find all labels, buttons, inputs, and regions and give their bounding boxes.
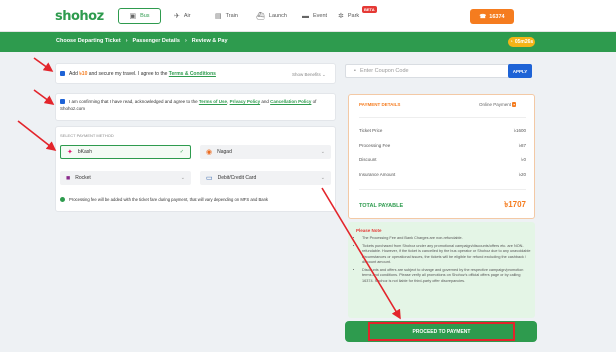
payment-method-card: SELECT PAYMENT METHOD ✦ bKash ✓ ◉ Nagad ⌄ ■ R… xyxy=(55,126,336,212)
tag-icon: ▪ xyxy=(354,68,356,74)
divider xyxy=(359,189,526,190)
credit-card-icon: ▭ xyxy=(206,175,213,182)
nav-event[interactable]: ▬ Event xyxy=(302,8,327,24)
phone-icon: ☎ xyxy=(479,13,487,20)
insurance-amount: ৳10 xyxy=(79,71,88,77)
breadcrumb: Choose Departing Ticket › Passenger Deta… xyxy=(56,38,228,44)
terms-of-use-link[interactable]: Terms of Use xyxy=(199,99,227,104)
card-option[interactable]: ▭ Debit/Credit Card ⌄ xyxy=(200,171,331,185)
privacy-policy-link[interactable]: Privacy Policy xyxy=(230,99,261,104)
row-ticket-price: Ticket Price ৳1600 xyxy=(359,128,526,133)
insurance-checkbox[interactable] xyxy=(60,71,65,77)
nav-bus[interactable]: ▣ Bus xyxy=(118,8,161,24)
row-insurance: Insurance Amount ৳20 xyxy=(359,172,526,177)
countdown-timer: ◔ 05m26s xyxy=(508,37,535,47)
row-discount: Discount ৳0 xyxy=(359,157,526,162)
launch-icon: ⛴ xyxy=(256,13,265,20)
note-title: Please Note xyxy=(356,228,382,233)
bkash-icon: ✦ xyxy=(67,149,73,156)
plane-icon: ✈ xyxy=(174,13,180,20)
chevron-down-icon: ⌄ xyxy=(320,149,325,155)
chevron-down-icon: ⌄ xyxy=(320,175,325,181)
nav-air[interactable]: ✈ Air xyxy=(174,8,191,24)
top-header: shohoz ▣ Bus ✈ Air ▤ Train ⛴ Launch ▬ Event ✲… xyxy=(0,0,616,32)
terms-conditions-link[interactable]: Terms & Conditions xyxy=(169,71,216,77)
nav-park[interactable]: ✲ Park xyxy=(338,8,359,24)
coupon-input[interactable]: ▪ Enter Coupon Code APPLY xyxy=(345,64,532,78)
note-item: The Processing Fee and Bank Charges are … xyxy=(362,236,532,242)
insurance-card: Add ৳10 and secure my travel. I agree to… xyxy=(55,63,336,84)
bkash-option[interactable]: ✦ bKash ✓ xyxy=(60,145,191,159)
clock-icon: ◔ xyxy=(509,39,513,45)
card-icon: ▪ xyxy=(512,102,516,107)
payment-details-panel: PAYMENT DETAILS Online Payment ▪ Ticket … xyxy=(348,94,535,219)
beta-badge: BETA xyxy=(362,6,377,13)
ticket-icon: ▬ xyxy=(302,12,309,20)
note-item: Discounts and offers are subject to chan… xyxy=(362,268,532,285)
row-processing-fee: Processing Fee ৳87 xyxy=(359,143,526,148)
payment-details-title: PAYMENT DETAILS xyxy=(359,102,401,107)
arrow-icon xyxy=(33,57,54,72)
nav-train[interactable]: ▤ Train xyxy=(215,8,238,24)
chevron-down-icon: ⌄ xyxy=(180,175,185,181)
breadcrumb-step-3: Review & Pay xyxy=(191,38,228,44)
arrow-icon xyxy=(17,120,57,151)
shohoz-logo[interactable]: shohoz xyxy=(55,9,104,24)
processing-fee-note: Processing fee will be added with the ti… xyxy=(69,197,269,202)
rocket-icon: ■ xyxy=(66,174,71,182)
apply-coupon-button[interactable]: APPLY xyxy=(508,64,532,78)
breadcrumb-step-2[interactable]: Passenger Details xyxy=(133,38,180,44)
terms-card: I am confirming that I have read, acknow… xyxy=(55,93,336,121)
train-icon: ▤ xyxy=(215,13,222,20)
payment-mode: Online Payment ▪ xyxy=(479,102,516,107)
proceed-to-payment-button[interactable]: PROCEED TO PAYMENT xyxy=(345,321,537,342)
breadcrumb-step-1[interactable]: Choose Departing Ticket xyxy=(56,38,121,44)
chevron-right-icon: › xyxy=(184,38,187,44)
rocket-option[interactable]: ■ Rocket ⌄ xyxy=(60,171,191,185)
bus-icon: ▣ xyxy=(129,13,137,20)
chevron-right-icon: › xyxy=(125,38,128,44)
arrow-icon xyxy=(33,89,55,105)
total-payable: TOTAL PAYABLE ৳1707 xyxy=(359,200,526,209)
hotline-button[interactable]: ☎ 16374 xyxy=(470,9,514,24)
note-item: Tickets purchased from Shohoz under any … xyxy=(362,244,532,266)
park-icon: ✲ xyxy=(338,13,344,20)
chevron-down-icon: ⌄ xyxy=(322,72,326,77)
info-icon xyxy=(60,197,65,203)
proceed-highlight[interactable]: PROCEED TO PAYMENT xyxy=(368,322,515,341)
nagad-option[interactable]: ◉ Nagad ⌄ xyxy=(200,145,331,159)
payment-section-label: SELECT PAYMENT METHOD xyxy=(60,133,114,138)
please-note-box: Please Note The Processing Fee and Bank … xyxy=(348,222,535,318)
divider xyxy=(359,117,526,118)
terms-checkbox[interactable] xyxy=(60,99,65,105)
nav-launch[interactable]: ⛴ Launch xyxy=(256,8,287,24)
nagad-icon: ◉ xyxy=(206,149,213,156)
cancellation-policy-link[interactable]: Cancellation Policy xyxy=(270,99,311,104)
check-icon: ✓ xyxy=(179,149,184,155)
show-benefits-toggle[interactable]: Show Benefits ⌄ xyxy=(292,72,326,79)
